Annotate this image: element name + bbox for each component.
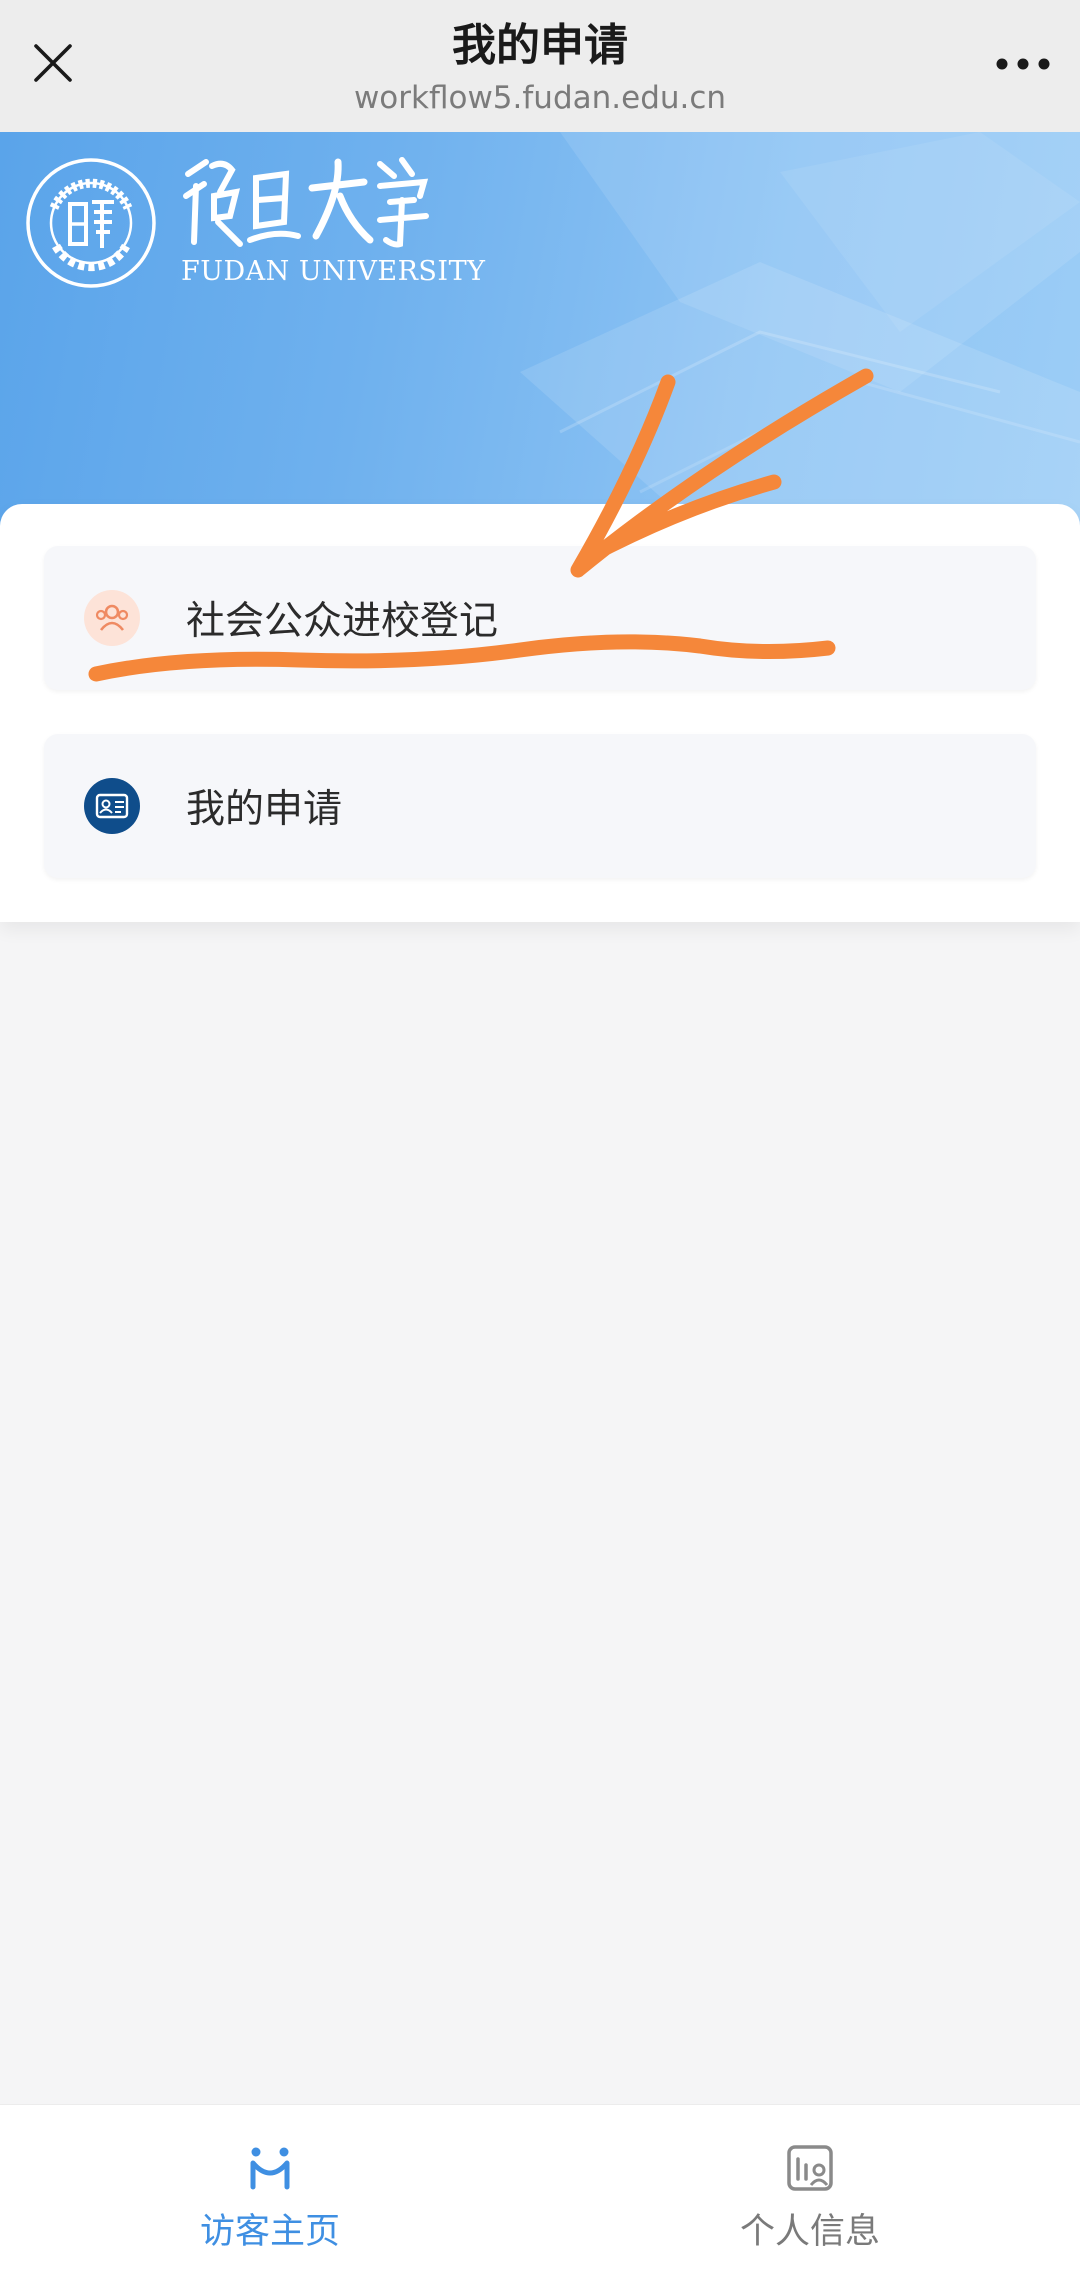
bottom-tab-bar: 访客主页 个人信息 xyxy=(0,2104,1080,2278)
page-title: 我的申请 xyxy=(452,20,628,71)
menu-panel: 社会公众进校登记 我的申请 xyxy=(0,504,1080,922)
id-card-icon xyxy=(84,778,140,834)
tab-visitor-home[interactable]: 访客主页 xyxy=(0,2105,540,2278)
fudan-calligraphy-logo xyxy=(183,157,429,248)
university-name-en: FUDAN UNIVERSITY xyxy=(181,256,486,287)
banner-decoration xyxy=(520,132,1080,532)
more-dots-icon xyxy=(996,58,1050,70)
profile-info-icon xyxy=(787,2145,833,2191)
fudan-seal-logo xyxy=(26,158,156,288)
page-url: workflow5.fudan.edu.cn xyxy=(353,80,727,116)
public-visit-registration-item[interactable]: 社会公众进校登记 xyxy=(44,546,1036,690)
more-button[interactable] xyxy=(988,34,1058,94)
tab-label: 个人信息 xyxy=(739,2212,880,2252)
university-banner: FUDAN UNIVERSITY xyxy=(0,132,1080,532)
menu-item-label: 我的申请 xyxy=(186,787,343,832)
menu-item-label: 社会公众进校登记 xyxy=(186,599,499,644)
tab-label: 访客主页 xyxy=(199,2212,340,2252)
people-group-icon xyxy=(84,590,140,646)
my-applications-item[interactable]: 我的申请 xyxy=(44,734,1036,878)
close-button[interactable] xyxy=(22,32,84,94)
tab-personal-info[interactable]: 个人信息 xyxy=(540,2105,1080,2278)
visitor-home-icon xyxy=(250,2147,290,2190)
title-wrap: 我的申请 workflow5.fudan.edu.cn xyxy=(200,14,880,118)
top-bar: 我的申请 workflow5.fudan.edu.cn xyxy=(0,0,1080,132)
close-icon xyxy=(34,44,72,82)
